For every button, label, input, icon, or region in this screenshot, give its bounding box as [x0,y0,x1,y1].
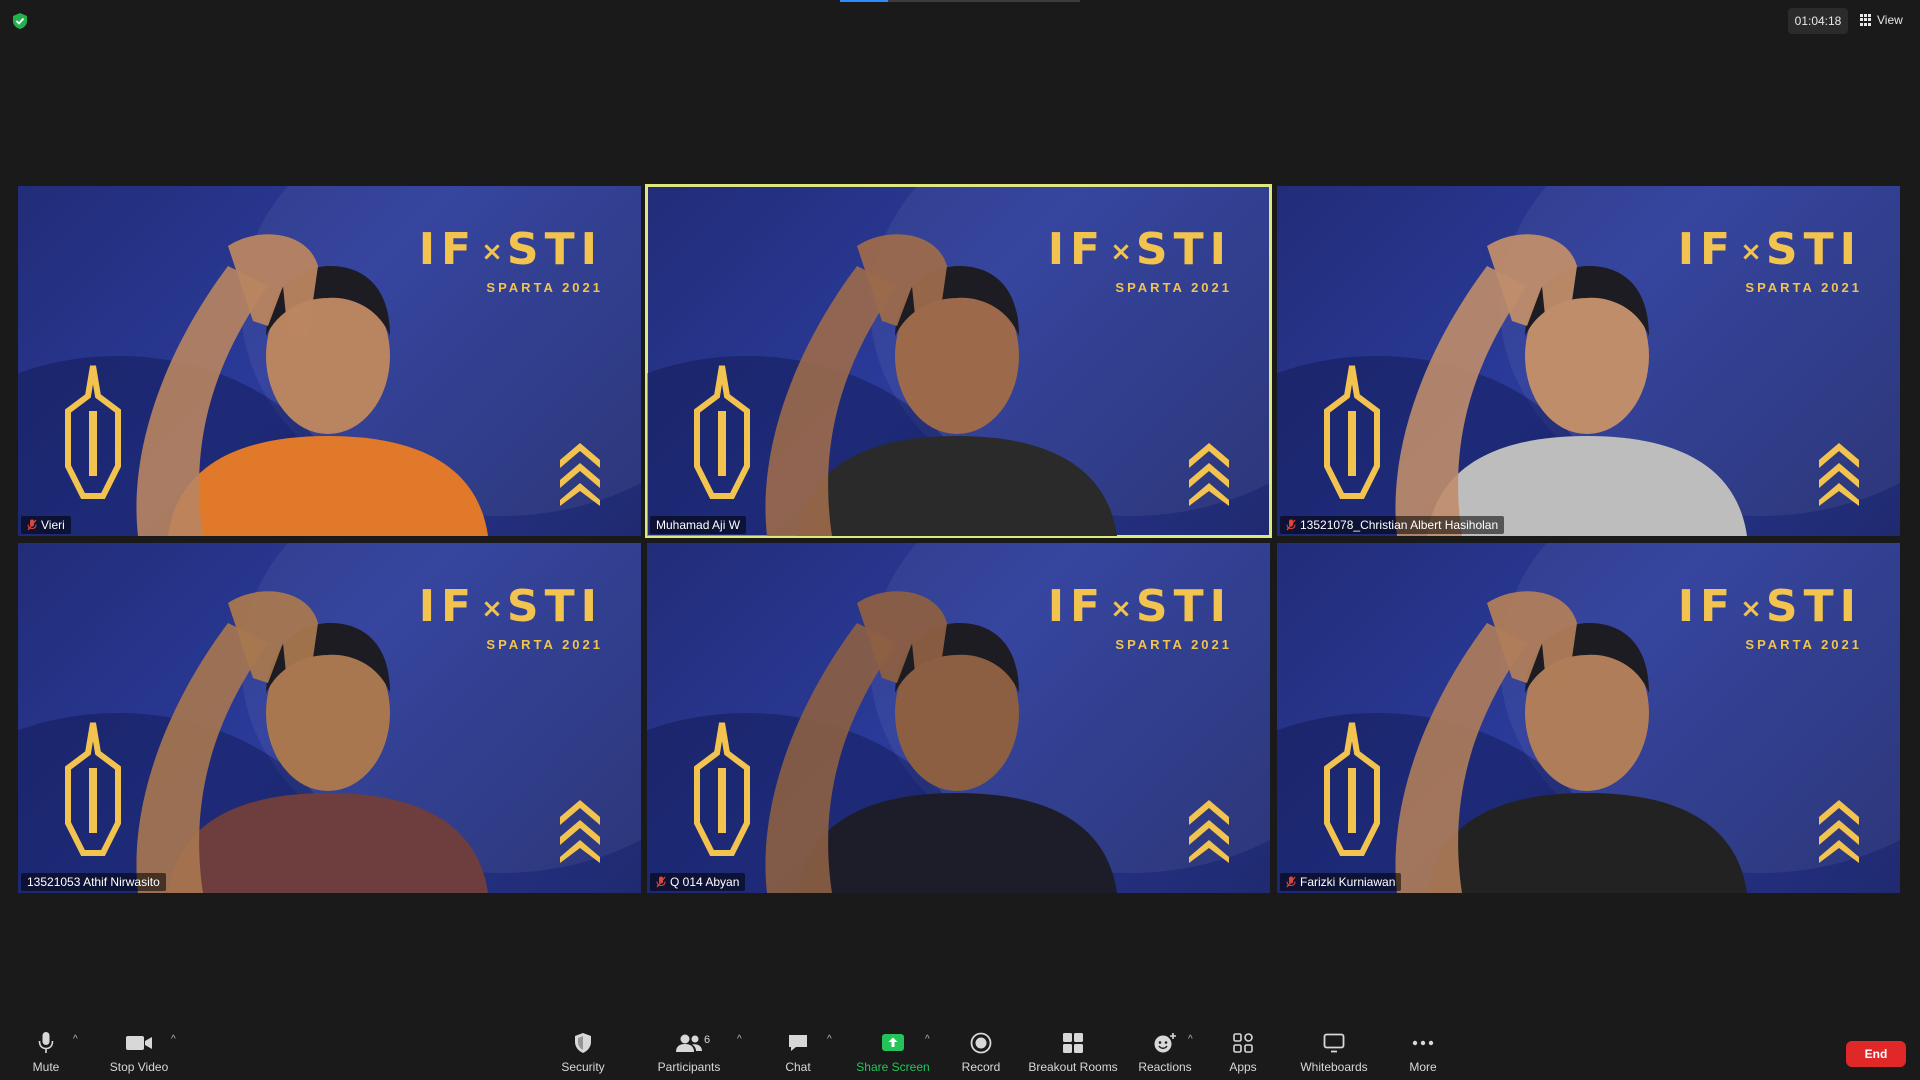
more-dots-icon [1412,1028,1434,1058]
apps-button[interactable]: Apps [1218,1024,1268,1080]
record-button[interactable]: Record [956,1024,1006,1080]
participant-video [136,591,488,893]
record-icon [970,1028,992,1058]
participant-name-tag: 13521078_Christian Albert Hasiholan [1280,516,1505,534]
participant-video [1395,234,1747,536]
smiley-plus-icon [1153,1028,1177,1058]
participants-icon [675,1028,703,1058]
share-screen-icon [881,1028,905,1058]
participant-name: Muhamad Aji W [656,518,741,532]
video-tile[interactable]: IF ×STI SPARTA 2021 Muhamad Aji W [645,184,1272,538]
chat-bubble-icon [787,1028,809,1058]
participants-button[interactable]: Participants [650,1024,728,1080]
apps-label: Apps [1229,1060,1257,1074]
participant-name: Farizki Kurniawan [1300,875,1396,889]
audio-options-caret-icon[interactable]: ^ [73,1034,83,1045]
video-tile[interactable]: IF ×STI SPARTA 2021 13521053 Athif Nirwas… [18,543,641,893]
reactions-options-caret-icon[interactable]: ^ [1188,1034,1198,1045]
record-label: Record [961,1060,1001,1074]
participant-name: 13521053 Athif Nirwasito [27,875,160,889]
end-meeting-button[interactable]: End [1846,1041,1906,1067]
share-screen-button[interactable]: Share Screen [854,1024,932,1080]
breakout-rooms-label: Breakout Rooms [1028,1060,1118,1074]
participant-name: Vieri [41,518,65,532]
security-button[interactable]: Security [555,1024,611,1080]
whiteboards-button[interactable]: Whiteboards [1292,1024,1376,1080]
stop-video-button[interactable]: Stop Video [104,1024,174,1080]
participant-video [1395,591,1747,893]
encryption-shield-icon[interactable] [12,12,28,30]
whiteboard-icon [1323,1028,1345,1058]
microphone-icon [38,1028,54,1058]
video-tile[interactable]: IF ×STI SPARTA 2021 Q 014 Abyan [647,543,1270,893]
meeting-toolbar: Mute ^ Stop Video ^ Security Participant… [0,1024,1920,1080]
participants-count: 6 [704,1034,711,1046]
participant-name-tag: Muhamad Aji W [650,516,747,534]
muted-microphone-icon [1286,876,1296,888]
muted-microphone-icon [27,519,37,531]
reactions-button[interactable]: Reactions [1136,1024,1194,1080]
participant-video [136,234,488,536]
stop-video-label: Stop Video [109,1060,169,1074]
muted-microphone-icon [1286,519,1296,531]
apps-icon [1233,1028,1253,1058]
security-label: Security [561,1060,605,1074]
meeting-timer: 01:04:18 [1788,8,1848,34]
security-shield-icon [573,1028,593,1058]
view-button[interactable]: View [1860,8,1914,32]
breakout-rooms-button[interactable]: Breakout Rooms [1026,1024,1120,1080]
breakout-rooms-icon [1062,1028,1084,1058]
video-camera-icon [125,1028,153,1058]
grid-icon [1860,14,1872,26]
share-screen-label: Share Screen [856,1060,930,1074]
more-button[interactable]: More [1402,1024,1444,1080]
more-label: More [1409,1060,1437,1074]
participants-options-caret-icon[interactable]: ^ [737,1034,747,1045]
participant-name: Q 014 Abyan [670,875,740,889]
mute-button[interactable]: Mute [22,1024,70,1080]
chat-label: Chat [785,1060,811,1074]
video-options-caret-icon[interactable]: ^ [171,1034,181,1045]
share-options-caret-icon[interactable]: ^ [925,1034,935,1045]
muted-microphone-icon [656,876,666,888]
meeting-window: 01:04:18 View IF ×STI SPARTA 2021 Vieri … [0,0,1920,1080]
whiteboards-label: Whiteboards [1300,1060,1368,1074]
participant-name-tag: 13521053 Athif Nirwasito [21,873,166,891]
video-tile[interactable]: IF ×STI SPARTA 2021 13521078_Christian Al… [1277,186,1900,536]
mute-label: Mute [32,1060,60,1074]
participant-name-tag: Farizki Kurniawan [1280,873,1402,891]
top-progress-bar [840,0,1080,2]
video-tile[interactable]: IF ×STI SPARTA 2021 Farizki Kurniawan [1277,543,1900,893]
view-label: View [1877,13,1903,27]
participant-name-tag: Q 014 Abyan [650,873,746,891]
participant-name: 13521078_Christian Albert Hasiholan [1300,518,1499,532]
participants-label: Participants [657,1060,721,1074]
chat-button[interactable]: Chat [776,1024,820,1080]
participant-name-tag: Vieri [21,516,71,534]
chat-options-caret-icon[interactable]: ^ [827,1034,837,1045]
video-tile[interactable]: IF ×STI SPARTA 2021 Vieri [18,186,641,536]
participant-video [765,234,1117,536]
participant-video [765,591,1117,893]
reactions-label: Reactions [1138,1060,1192,1074]
